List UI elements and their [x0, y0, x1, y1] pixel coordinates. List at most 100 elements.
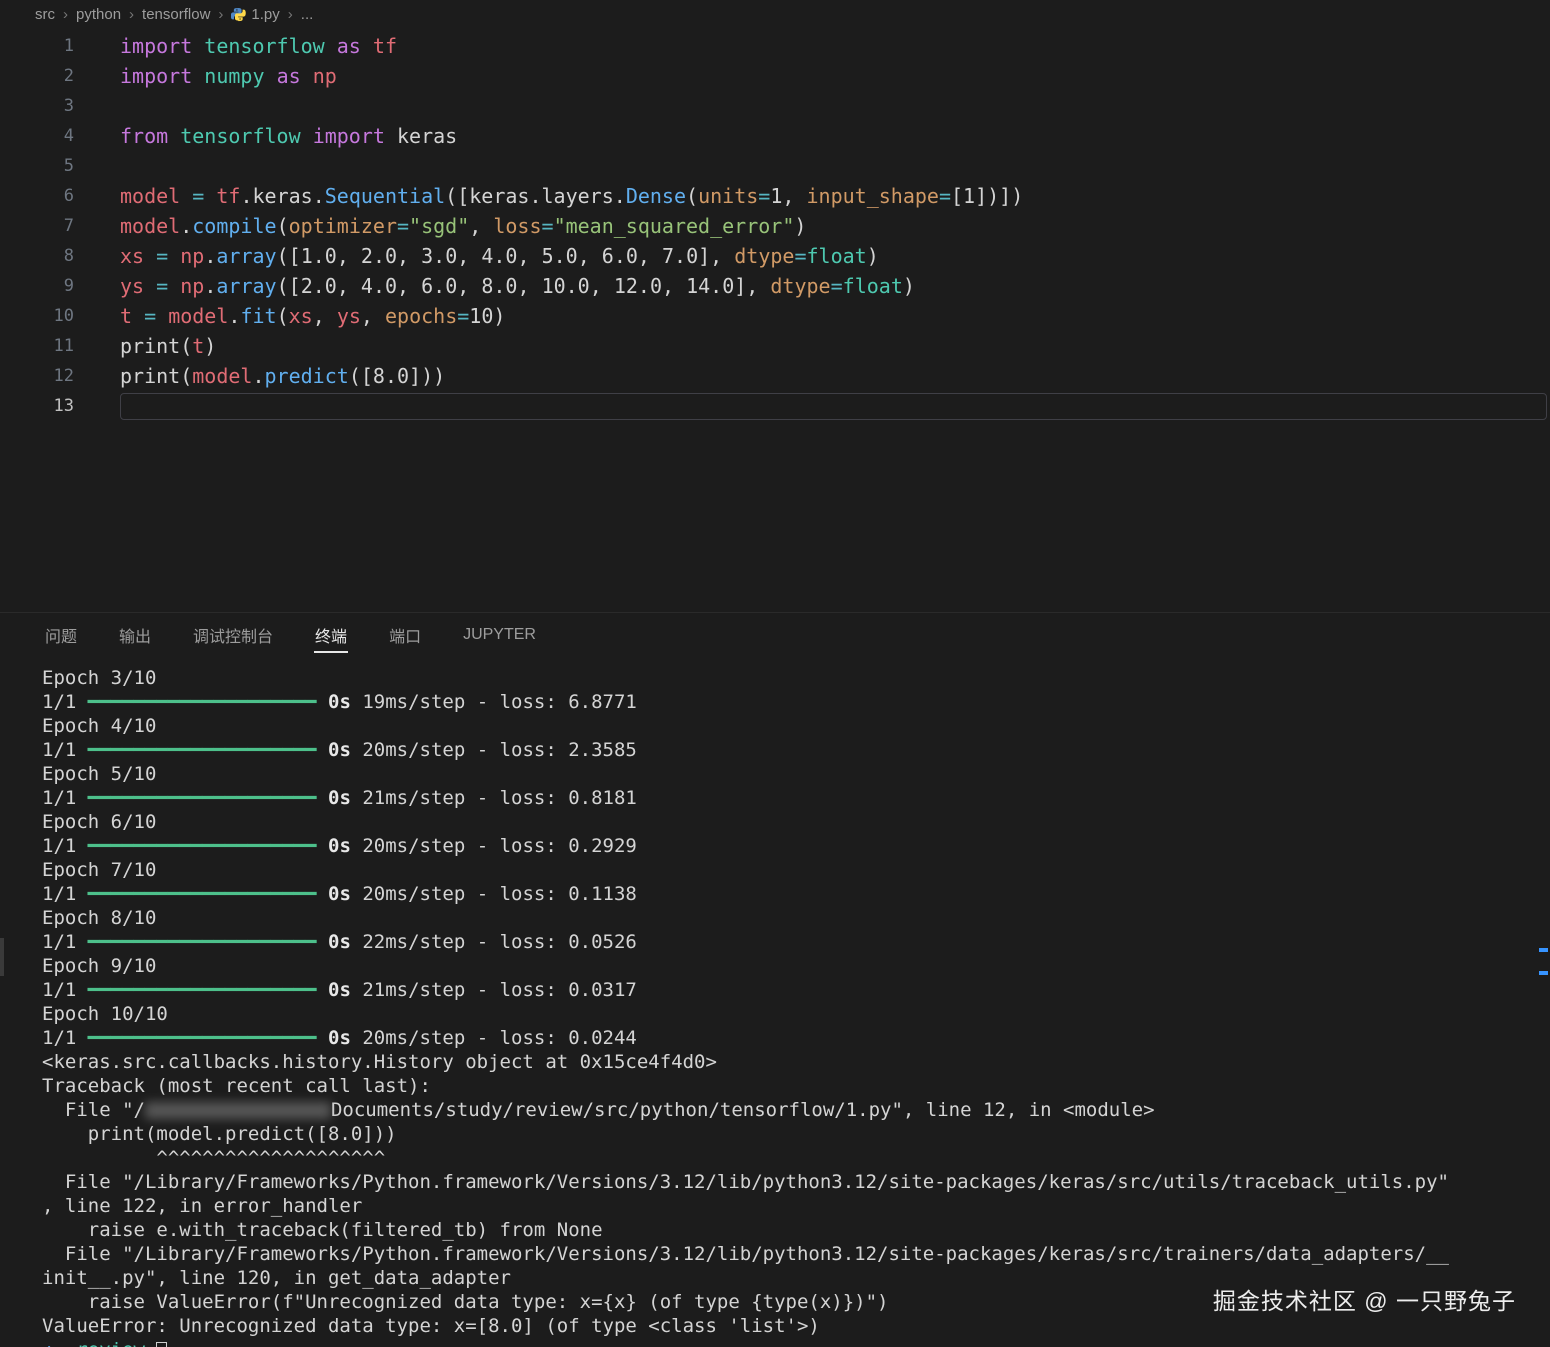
terminal-text: 1/1 [42, 787, 88, 809]
terminal-line: 1/1 ━━━━━━━━━━━━━━━━━━━━ 0s 20ms/step - … [42, 882, 1550, 906]
line-number: 9 [0, 276, 74, 296]
breadcrumb-item-label: src [35, 6, 55, 23]
code-line-10[interactable]: 10t = model.fit(xs, ys, epochs=10) [0, 301, 1550, 331]
code-token: , [397, 244, 421, 268]
code-line-4[interactable]: 4from tensorflow import keras [0, 121, 1550, 151]
panel-tab-debug-console[interactable]: 调试控制台 [192, 612, 274, 658]
line-number: 13 [0, 396, 74, 416]
code-token: = [192, 184, 204, 208]
code-token: ) [903, 274, 915, 298]
terminal-text: , line 122, in error_handler [42, 1195, 362, 1217]
terminal-text: Epoch 8/10 [42, 907, 156, 929]
code-token: 6.0 [602, 244, 638, 268]
code-token: tensorflow [204, 34, 324, 58]
terminal-line: Epoch 5/10 [42, 762, 1550, 786]
breadcrumb-item-symbols[interactable]: ... [301, 6, 314, 23]
terminal-text-bold: 0s [328, 979, 351, 1001]
code-token: = [144, 304, 156, 328]
panel-tab-ports[interactable]: 端口 [388, 612, 422, 658]
code-line-9[interactable]: 9ys = np.array([2.0, 4.0, 6.0, 8.0, 10.0… [0, 271, 1550, 301]
terminal-output[interactable]: Epoch 3/101/1 ━━━━━━━━━━━━━━━━━━━━ 0s 19… [0, 657, 1550, 1347]
code-token: , [337, 244, 361, 268]
terminal-text-bold: 0s [328, 931, 351, 953]
code-token: , [313, 304, 337, 328]
terminal-text: Epoch 6/10 [42, 811, 156, 833]
code-line-13[interactable]: 13 [0, 391, 1550, 421]
code-lines: 1import tensorflow as tf 2 import numpy as… [0, 31, 1550, 421]
terminal-text-bold: 0s [328, 883, 351, 905]
terminal-text: Traceback (most recent call last): [42, 1075, 431, 1097]
code-token: , [397, 274, 421, 298]
code-token: 1 [770, 184, 782, 208]
breadcrumb-item-python[interactable]: python [76, 6, 121, 23]
code-line-11[interactable]: 11print(t) [0, 331, 1550, 361]
terminal-line: 1/1 ━━━━━━━━━━━━━━━━━━━━ 0s 20ms/step - … [42, 1026, 1550, 1050]
code-line-2[interactable]: 2 import numpy as np [0, 61, 1550, 91]
code-token: = [939, 184, 951, 208]
code-line-12[interactable]: 12 print(model.predict([8.0])) [0, 361, 1550, 391]
code-token: tf [373, 34, 397, 58]
terminal-text [317, 931, 328, 953]
scrollbar-notch [0, 938, 4, 976]
code-token: ) [204, 334, 216, 358]
code-text: import numpy as np [120, 61, 337, 91]
code-token: ys [120, 274, 144, 298]
code-token: np [313, 64, 337, 88]
terminal-line: init__.py", line 120, in get_data_adapte… [42, 1266, 1550, 1290]
code-line-5[interactable]: 5 [0, 151, 1550, 181]
breadcrumb-item-src[interactable]: src [35, 6, 55, 23]
code-token: .keras. [240, 184, 324, 208]
breadcrumb-item-tensorflow[interactable]: tensorflow [142, 6, 210, 23]
code-token [325, 34, 337, 58]
code-token: = [758, 184, 770, 208]
panel-tab-jupyter[interactable]: JUPYTER [462, 615, 537, 655]
code-editor[interactable]: 1import tensorflow as tf 2 import numpy as… [0, 28, 1550, 612]
code-token: = [542, 214, 554, 238]
code-token: , [517, 244, 541, 268]
chevron-right-icon: › [129, 6, 134, 23]
breadcrumb-item-label: 1.py [251, 6, 279, 23]
terminal-text [317, 691, 328, 713]
panel-tab-terminal[interactable]: 终端 [314, 612, 348, 658]
code-token: array [216, 244, 276, 268]
panel-tab-problems[interactable]: 问题 [44, 612, 78, 658]
code-line-3[interactable]: 3 [0, 91, 1550, 121]
code-token: ([ [349, 364, 373, 388]
terminal-text-bold: 0s [328, 835, 351, 857]
code-token: 7.0 [662, 244, 698, 268]
code-token: 2.0 [301, 274, 337, 298]
code-text: print(t) [120, 331, 216, 361]
code-token: , [361, 304, 385, 328]
terminal-line: Epoch 10/10 [42, 1002, 1550, 1026]
code-line-1[interactable]: 1import tensorflow as tf [0, 31, 1550, 61]
code-line-7[interactable]: 7model.compile(optimizer="sgd", loss="me… [0, 211, 1550, 241]
code-token: as [337, 34, 361, 58]
code-token [301, 64, 313, 88]
line-number: 7 [0, 216, 74, 236]
code-line-6[interactable]: 6model = tf.keras.Sequential([keras.laye… [0, 181, 1550, 211]
terminal-line: 1/1 ━━━━━━━━━━━━━━━━━━━━ 0s 20ms/step - … [42, 834, 1550, 858]
line-number: 12 [0, 366, 74, 386]
panel-tab-output[interactable]: 输出 [118, 612, 152, 658]
terminal-text: 19ms/step - loss: 6.8771 [351, 691, 637, 713]
terminal-line: ^^^^^^^^^^^^^^^^^^^^ [42, 1146, 1550, 1170]
code-token: 3.0 [421, 244, 457, 268]
code-token: ], [698, 244, 734, 268]
code-token: tf [216, 184, 240, 208]
code-token: input_shape [806, 184, 938, 208]
code-token: "mean_squared_error" [554, 214, 795, 238]
code-text: print(model.predict([8.0])) [120, 361, 445, 391]
code-token: numpy [204, 64, 264, 88]
progress-bar: ━━━━━━━━━━━━━━━━━━━━ [88, 691, 317, 713]
terminal-text: 21ms/step - loss: 0.8181 [351, 787, 637, 809]
code-line-8[interactable]: 8xs = np.array([1.0, 2.0, 3.0, 4.0, 5.0,… [0, 241, 1550, 271]
terminal-text [317, 739, 328, 761]
line-number: 5 [0, 156, 74, 176]
code-token: Sequential [325, 184, 445, 208]
breadcrumb-item-file[interactable]: 1.py [231, 6, 279, 23]
terminal-text: Epoch 9/10 [42, 955, 156, 977]
line-number: 2 [0, 66, 74, 86]
code-token: np [180, 274, 204, 298]
terminal-line: 1/1 ━━━━━━━━━━━━━━━━━━━━ 0s 21ms/step - … [42, 786, 1550, 810]
terminal-line: raise e.with_traceback(filtered_tb) from… [42, 1218, 1550, 1242]
